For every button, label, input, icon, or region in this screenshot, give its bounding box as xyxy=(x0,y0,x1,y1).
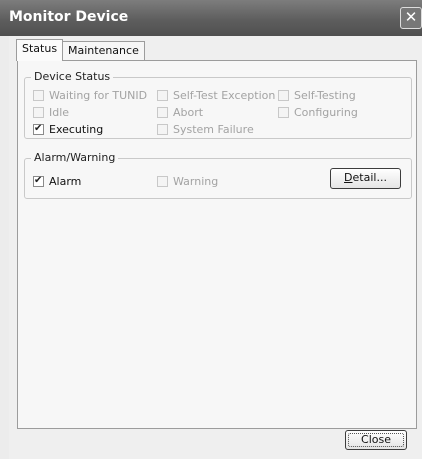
checkbox-label: Idle xyxy=(49,105,70,119)
checkbox-abort[interactable]: Abort xyxy=(157,105,203,119)
checkbox-box[interactable] xyxy=(278,106,289,118)
checkbox-label: System Failure xyxy=(173,122,254,136)
window-title: Monitor Device xyxy=(9,9,129,25)
checkbox-box[interactable] xyxy=(157,175,168,187)
check-mark-icon: ✔ xyxy=(34,174,43,186)
checkbox-box[interactable] xyxy=(157,89,168,101)
monitor-device-window: Monitor Device ✕ Status Maintenance Devi… xyxy=(0,0,422,459)
checkbox-box[interactable] xyxy=(157,106,168,118)
alarm-warning-group: Alarm/Warning ✔ Alarm Warning Detail... xyxy=(24,151,412,199)
checkbox-configuring[interactable]: Configuring xyxy=(278,105,358,119)
checkbox-idle[interactable]: Idle xyxy=(33,105,69,119)
checkbox-label: Self-Test Exception xyxy=(173,88,276,102)
close-button-label: Close xyxy=(361,433,391,446)
checkbox-waiting-for-tunid[interactable]: Waiting for TUNID xyxy=(33,88,147,102)
checkbox-box[interactable] xyxy=(33,106,44,118)
close-button[interactable]: Close xyxy=(345,430,407,450)
dialog-client-area: Status Maintenance Device Status Waiting… xyxy=(9,36,422,459)
checkbox-executing[interactable]: ✔ Executing xyxy=(33,122,103,136)
device-status-group-title: Device Status xyxy=(31,70,114,83)
tab-status[interactable]: Status xyxy=(16,39,64,61)
checkbox-system-failure[interactable]: System Failure xyxy=(157,122,254,136)
title-bar: Monitor Device ✕ xyxy=(0,0,422,36)
checkbox-box[interactable] xyxy=(278,89,289,101)
detail-button-label: Detail... xyxy=(344,171,387,184)
window-close-icon[interactable]: ✕ xyxy=(400,7,422,29)
checkbox-label: Abort xyxy=(173,105,204,119)
checkbox-box[interactable] xyxy=(157,123,168,135)
checkbox-box[interactable]: ✔ xyxy=(33,122,44,135)
status-tab-panel: Device Status Waiting for TUNID Idle ✔ E… xyxy=(17,60,417,429)
check-mark-icon: ✔ xyxy=(34,122,43,134)
checkbox-label: Alarm xyxy=(49,174,82,188)
checkbox-warning[interactable]: Warning xyxy=(157,174,218,188)
alarm-warning-group-title: Alarm/Warning xyxy=(31,151,119,164)
checkbox-self-test-exception[interactable]: Self-Test Exception xyxy=(157,88,275,102)
checkbox-box[interactable]: ✔ xyxy=(33,174,44,187)
checkbox-label: Self-Testing xyxy=(294,88,356,102)
checkbox-alarm[interactable]: ✔ Alarm xyxy=(33,174,81,188)
checkbox-self-testing[interactable]: Self-Testing xyxy=(278,88,356,102)
checkbox-label: Configuring xyxy=(294,105,358,119)
tab-maintenance[interactable]: Maintenance xyxy=(62,41,145,60)
device-status-group: Device Status Waiting for TUNID Idle ✔ E… xyxy=(24,70,412,139)
checkbox-label: Executing xyxy=(49,122,104,136)
detail-button[interactable]: Detail... xyxy=(330,168,401,189)
checkbox-label: Waiting for TUNID xyxy=(49,88,148,102)
checkbox-box[interactable] xyxy=(33,89,44,101)
checkbox-label: Warning xyxy=(173,174,219,188)
